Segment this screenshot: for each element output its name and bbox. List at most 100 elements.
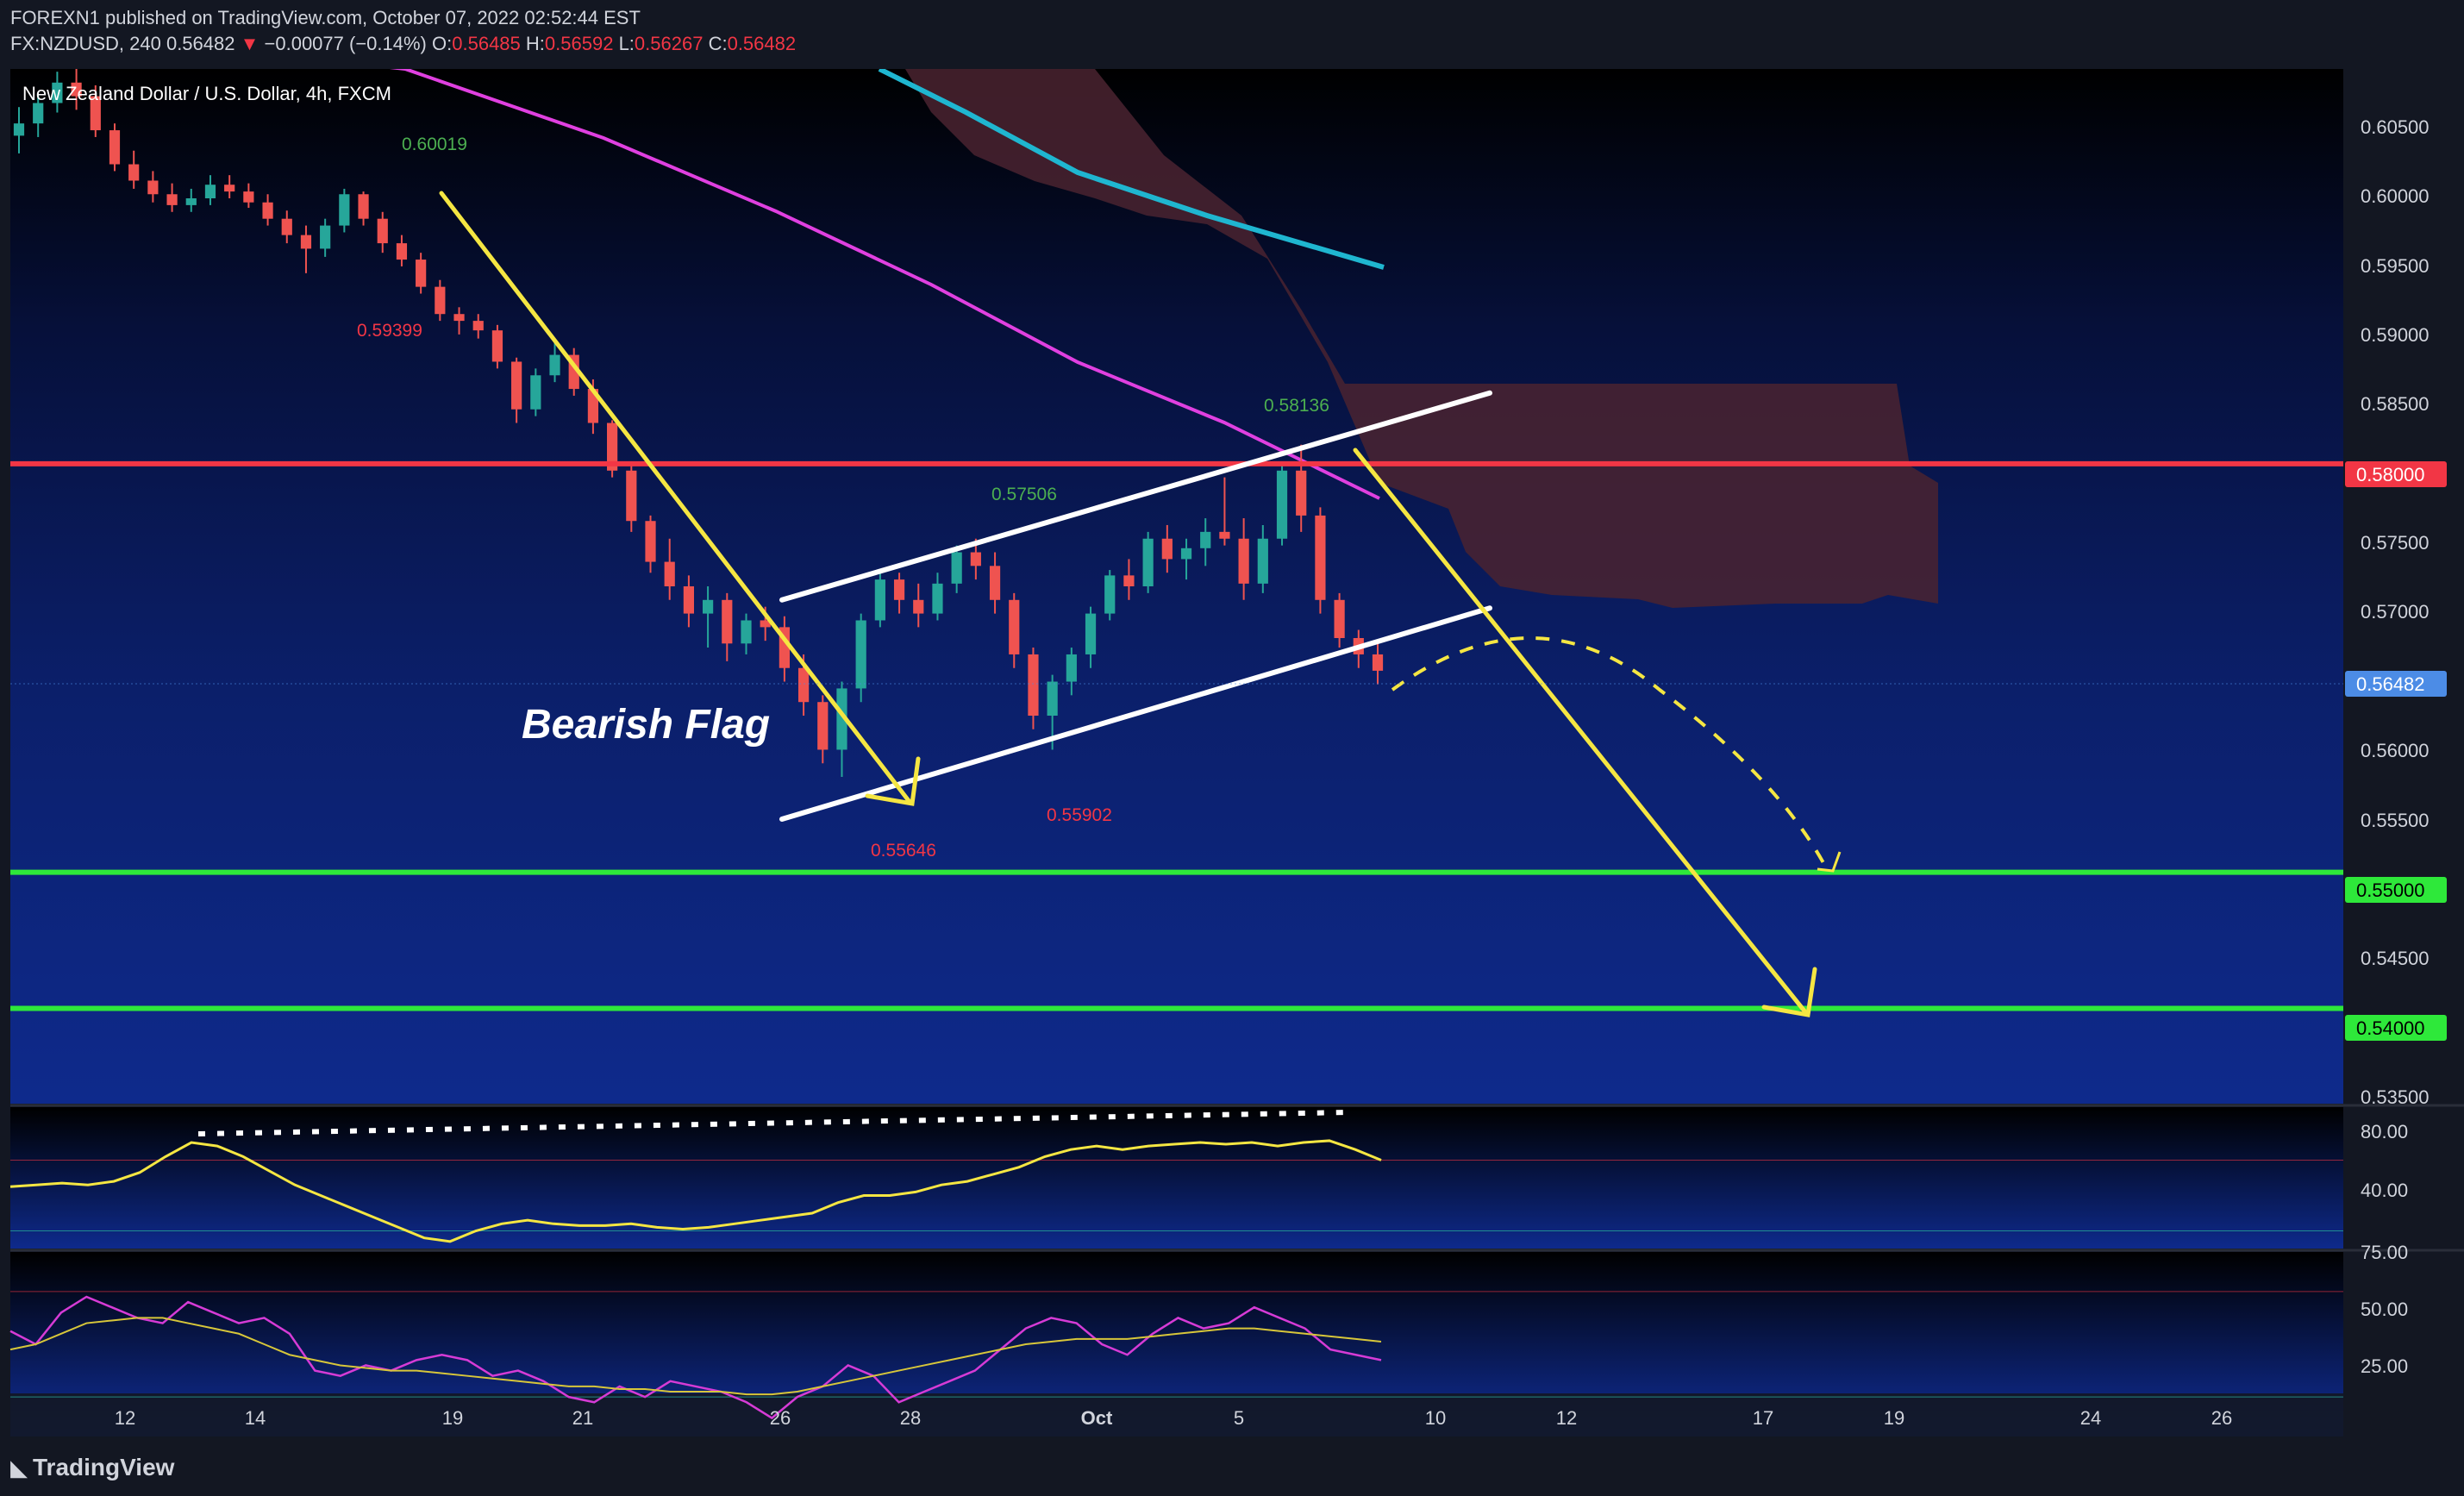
osc2-tick: 25.00 (2361, 1355, 2408, 1377)
candle-body (1161, 538, 1173, 560)
low-label: L: (618, 33, 635, 54)
candle-body (224, 185, 235, 192)
main-pane-background (10, 69, 2343, 1104)
candle-body (1315, 515, 1326, 600)
candle-body (339, 194, 350, 226)
pattern-label: Bearish Flag (522, 702, 770, 748)
time-tick: 10 (1425, 1407, 1446, 1429)
candle-body (722, 599, 733, 644)
last-price-label: 0.56482 (2356, 673, 2425, 695)
chart-title: New Zealand Dollar / U.S. Dollar, 4h, FX… (22, 83, 391, 104)
candle-body (1238, 538, 1249, 584)
candle-body (1104, 575, 1116, 614)
low-value: 0.56267 (634, 33, 704, 54)
price-tick: 0.55500 (2361, 810, 2430, 831)
time-tick: 26 (2211, 1407, 2232, 1429)
candle-body (300, 235, 312, 249)
candle-body (1180, 548, 1192, 560)
osc1-tick: 80.00 (2361, 1121, 2408, 1142)
candle-body (1123, 575, 1135, 586)
tradingview-logo-icon: ◣ (10, 1455, 28, 1480)
candle-body (664, 561, 675, 586)
price-label: 0.55000 (2356, 879, 2425, 901)
down-arrow-icon: ▼ (240, 33, 260, 54)
price-axis[interactable]: 0.60500 0.60000 0.59500 0.59000 0.58500 … (2361, 116, 2430, 1108)
price-annotation: 0.57506 (991, 485, 1057, 504)
time-tick: 19 (1884, 1407, 1904, 1429)
time-tick: Oct (1081, 1407, 1113, 1429)
candle-body (1334, 599, 1345, 638)
time-tick: 5 (1234, 1407, 1244, 1429)
candle-body (435, 286, 446, 315)
candle-body (549, 354, 560, 376)
candle-body (970, 552, 981, 566)
price-label: 0.58000 (2356, 464, 2425, 485)
candle-body (377, 218, 388, 244)
oscillator-1-pane (10, 1107, 2343, 1249)
price-annotation: 0.55646 (871, 841, 936, 861)
footer: ◣ TradingView (0, 1438, 2464, 1496)
time-tick: 24 (2080, 1407, 2101, 1429)
price-annotation: 0.55902 (1047, 805, 1112, 825)
osc2-tick: 75.00 (2361, 1242, 2408, 1263)
candle-body (1028, 654, 1039, 716)
osc1-tick: 40.00 (2361, 1180, 2408, 1201)
candle-body (33, 103, 44, 124)
high-value: 0.56592 (544, 33, 614, 54)
candle-body (1296, 470, 1307, 516)
price-tick: 0.59000 (2361, 324, 2430, 346)
candle-body (472, 321, 484, 331)
candle-body (797, 667, 810, 703)
candle-body (128, 164, 140, 181)
candle-body (913, 599, 924, 614)
candle-body (13, 123, 25, 136)
candle-body (702, 599, 714, 614)
price-change: −0.00077 (−0.14%) (264, 33, 427, 54)
price-tick: 0.60000 (2361, 185, 2430, 207)
time-tick: 17 (1753, 1407, 1773, 1429)
time-tick: 26 (770, 1407, 791, 1429)
candle-body (1276, 470, 1288, 539)
price-tick: 0.58500 (2361, 393, 2430, 415)
candle-body (1219, 531, 1230, 539)
candle-body (166, 194, 178, 205)
osc2-tick: 50.00 (2361, 1299, 2408, 1320)
candle-body (491, 330, 503, 362)
open-label: O: (432, 33, 453, 54)
high-label: H: (525, 33, 545, 54)
candle-body (626, 470, 637, 522)
candle-body (147, 180, 159, 195)
candle-body (1372, 654, 1384, 671)
price-tick: 0.57500 (2361, 532, 2430, 554)
tradingview-logo[interactable]: ◣ TradingView (10, 1454, 174, 1481)
time-tick: 19 (442, 1407, 463, 1429)
candle-body (396, 243, 408, 260)
candle-body (185, 198, 197, 205)
symbol-name[interactable]: FX:NZDUSD, 240 (10, 33, 161, 54)
candle-body (511, 361, 522, 410)
price-annotation: 0.60019 (402, 135, 467, 154)
price-annotation: 0.59399 (357, 321, 422, 341)
close-value: 0.56482 (727, 33, 797, 54)
time-tick: 12 (1556, 1407, 1577, 1429)
price-label: 0.54000 (2356, 1017, 2425, 1039)
candle-body (683, 586, 695, 614)
candle-body (1142, 538, 1154, 586)
symbol-legend[interactable]: FX:NZDUSD, 240 0.56482 ▼ −0.00077 (−0.14… (10, 33, 796, 55)
candle-body (874, 579, 885, 621)
candle-body (1257, 538, 1268, 584)
time-tick: 28 (900, 1407, 921, 1429)
candle-body (989, 566, 1001, 600)
price-chart[interactable]: New Zealand Dollar / U.S. Dollar, 4h, FX… (0, 0, 2464, 1496)
price-tick: 0.59500 (2361, 255, 2430, 277)
candle-body (1085, 613, 1097, 654)
candle-body (645, 521, 656, 562)
time-axis-background[interactable] (10, 1393, 2343, 1438)
candle-body (951, 552, 962, 584)
last-price: 0.56482 (166, 33, 235, 54)
candle-body (530, 375, 541, 410)
price-tick: 0.56000 (2361, 740, 2430, 761)
candle-body (817, 702, 829, 750)
candle-body (204, 185, 216, 198)
price-tick: 0.53500 (2361, 1086, 2430, 1108)
